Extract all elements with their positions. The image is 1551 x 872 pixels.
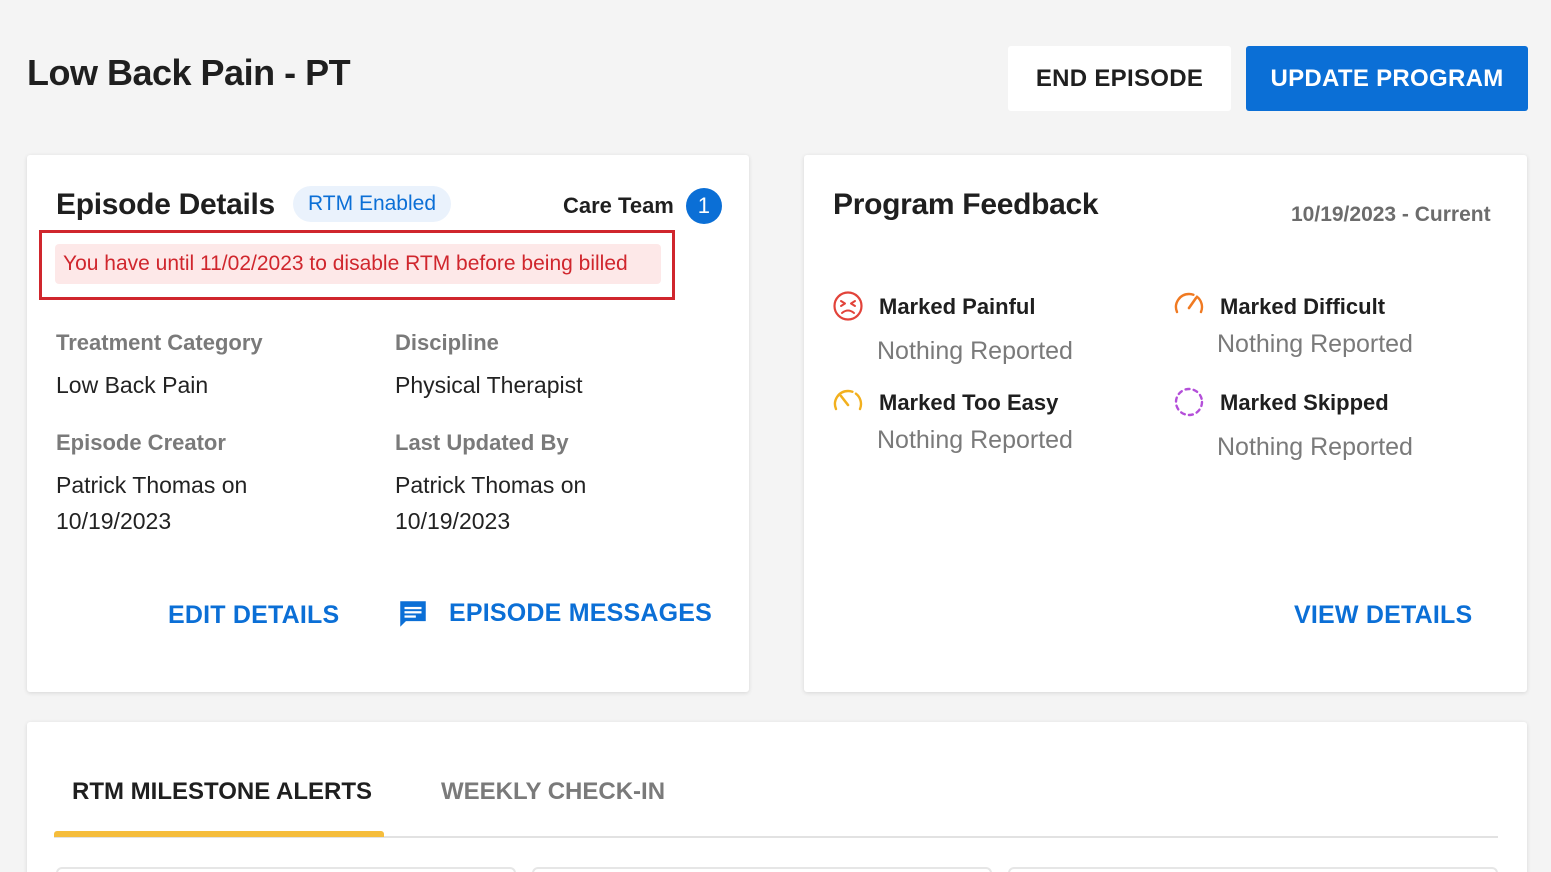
marked-skipped-value: Nothing Reported [1217,433,1413,461]
feedback-date-range: 10/19/2023 - Current [1291,203,1491,226]
treatment-category-label: Treatment Category [56,330,263,355]
episode-creator-label: Episode Creator [56,430,226,455]
message-icon[interactable] [396,597,430,631]
last-updated-by-label: Last Updated By [395,430,569,455]
program-feedback-title: Program Feedback [833,188,1099,221]
painful-face-icon [833,291,863,321]
view-details-link[interactable]: VIEW DETAILS [1294,601,1472,630]
gauge-easy-icon [833,389,863,411]
episode-details-card: Episode Details RTM Enabled Care Team 1 … [27,155,749,692]
page-title: Low Back Pain - PT [27,52,351,93]
discipline-label: Discipline [395,330,499,355]
marked-difficult-label: Marked Difficult [1220,294,1386,319]
marked-painful-value: Nothing Reported [877,337,1073,365]
tab-weekly-check-in[interactable]: WEEKLY CHECK-IN [441,778,665,806]
skipped-dashed-circle-icon [1174,387,1204,417]
last-updated-by-value: Patrick Thomas on [395,472,587,498]
care-team-count-badge: 1 [685,188,722,224]
treatment-category-value: Low Back Pain [56,372,209,398]
episode-details-title: Episode Details [56,188,275,221]
care-team[interactable]: Care Team 1 [563,188,722,224]
program-feedback-card: Program Feedback 10/19/2023 - Current Ma… [804,155,1527,692]
end-episode-button[interactable]: END EPISODE [1008,46,1231,111]
episode-creator-value: Patrick Thomas on [56,472,248,498]
alert-card [1008,867,1498,872]
marked-too-easy-value: Nothing Reported [877,426,1073,454]
gauge-difficult-icon [1174,292,1204,314]
care-team-label: Care Team [563,193,674,218]
episode-messages-link[interactable]: EPISODE MESSAGES [449,599,712,628]
marked-difficult-value: Nothing Reported [1217,330,1413,358]
marked-too-easy-label: Marked Too Easy [879,390,1059,415]
update-program-button[interactable]: UPDATE PROGRAM [1246,46,1528,111]
rtm-billing-warning: You have until 11/02/2023 to disable RTM… [55,244,661,284]
discipline-value: Physical Therapist [395,372,583,398]
episode-creator-date: 10/19/2023 [56,508,172,534]
active-tab-indicator [54,831,384,837]
alerts-tabs-card: RTM MILESTONE ALERTS WEEKLY CHECK-IN [27,722,1527,872]
alert-card [56,867,516,872]
tab-rtm-milestone-alerts[interactable]: RTM MILESTONE ALERTS [72,778,372,806]
marked-painful-label: Marked Painful [879,294,1036,319]
last-updated-by-date: 10/19/2023 [395,508,511,534]
edit-details-link[interactable]: EDIT DETAILS [168,601,339,630]
rtm-enabled-badge: RTM Enabled [293,186,452,222]
marked-skipped-label: Marked Skipped [1220,390,1389,415]
alert-card [532,867,992,872]
